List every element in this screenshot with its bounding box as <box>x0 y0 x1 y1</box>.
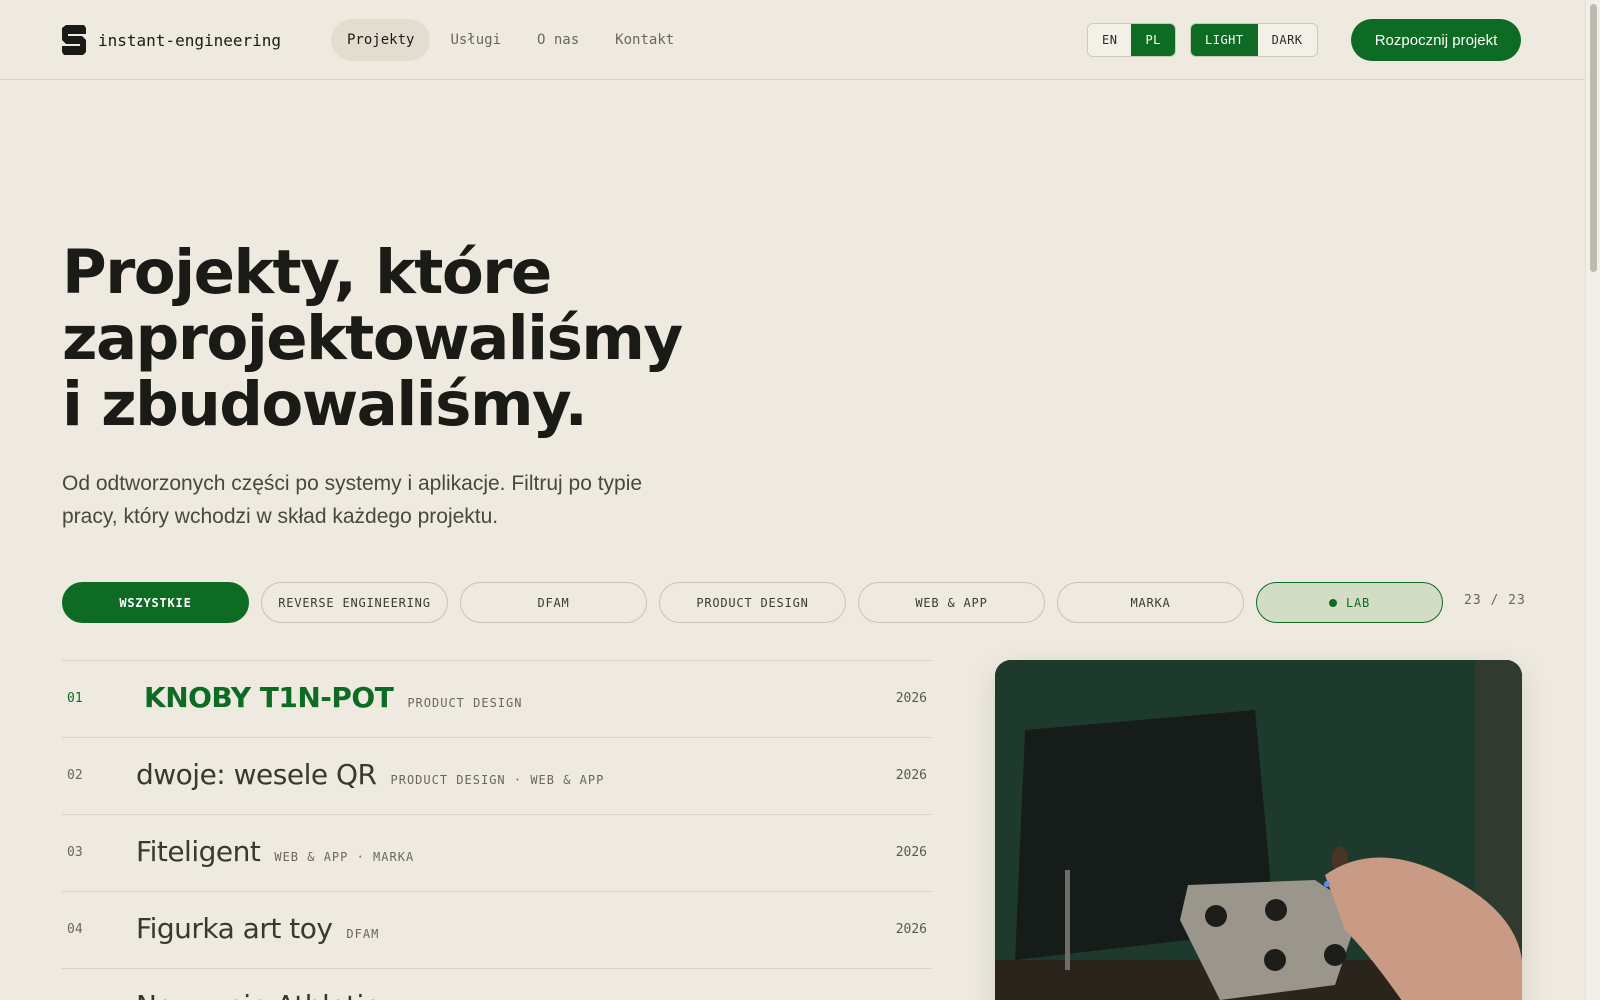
page-title-line: i zbudowaliśmy. <box>62 369 588 440</box>
theme-switcher: LIGHT DARK <box>1190 23 1318 57</box>
brand-logo[interactable]: instant-engineering <box>62 25 281 55</box>
project-number: 02 <box>67 768 83 783</box>
project-name: Fiteligent <box>136 835 261 868</box>
filter-chip-dfam[interactable]: DFAM <box>460 582 647 623</box>
main-nav: Projekty Usługi O nas Kontakt <box>331 19 690 61</box>
project-tags: DFAM <box>346 927 380 941</box>
project-name: Figurka art toy <box>136 912 333 945</box>
brand-name: instant-engineering <box>98 30 282 50</box>
page-scrollbar[interactable] <box>1585 0 1600 1000</box>
status-dot-icon <box>1328 598 1337 607</box>
lang-pl-button[interactable]: PL <box>1131 24 1175 56</box>
page-title: Projekty, które zaprojektowaliśmy i zbud… <box>62 240 762 438</box>
nav-kontakt[interactable]: Kontakt <box>599 19 690 61</box>
site-header: instant-engineering Projekty Usługi O na… <box>0 0 1585 80</box>
theme-dark-button[interactable]: DARK <box>1258 24 1317 56</box>
project-year: 2026 <box>895 922 927 937</box>
project-tags: WEB & APP · MARKA <box>274 850 415 864</box>
project-tags: PRODUCT DESIGN · WEB & APP <box>390 773 605 787</box>
page-subtitle: Od odtworzonych części po systemy i apli… <box>62 472 643 528</box>
project-number: 04 <box>67 922 83 937</box>
nav-projekty[interactable]: Projekty <box>331 19 431 61</box>
project-row[interactable]: 03 Fiteligent WEB & APP · MARKA 2026 <box>62 814 932 891</box>
scrollbar-thumb[interactable] <box>1590 4 1597 272</box>
language-switcher: EN PL <box>1087 23 1176 57</box>
project-year: 2026 <box>895 691 927 706</box>
project-row[interactable]: 04 Figurka art toy DFAM 2026 <box>62 891 932 968</box>
preview-photo <box>995 660 1522 1000</box>
nav-o-nas[interactable]: O nas <box>521 19 595 61</box>
filter-chip-reverse-engineering[interactable]: REVERSE ENGINEERING <box>261 582 448 623</box>
start-project-button[interactable]: Rozpocznij projekt <box>1351 19 1521 61</box>
filter-chip-lab[interactable]: LAB <box>1256 582 1443 623</box>
project-title-group: Nozzy pin Athletic <box>136 989 393 1000</box>
project-number: 01 <box>67 691 83 706</box>
project-preview-image[interactable] <box>995 660 1522 1000</box>
project-name: Nozzy pin Athletic <box>136 989 379 1000</box>
project-list: 01 KNOBY T1N-POT PRODUCT DESIGN 2026 02 … <box>62 660 932 1000</box>
project-year: 2026 <box>895 768 927 783</box>
nav-uslugi[interactable]: Usługi <box>434 19 517 61</box>
results-count: 23 / 23 <box>1464 593 1526 608</box>
logo-mark-icon <box>62 25 86 55</box>
filter-chip-brand[interactable]: MARKA <box>1057 582 1244 623</box>
page-title-line: Projekty, które <box>62 237 552 308</box>
lang-en-button[interactable]: EN <box>1088 24 1131 56</box>
project-name: KNOBY T1N-POT <box>144 681 394 714</box>
project-row[interactable]: 05 Nozzy pin Athletic <box>62 968 932 1000</box>
project-year: 2026 <box>895 845 927 860</box>
project-title-group: KNOBY T1N-POT PRODUCT DESIGN <box>144 681 522 714</box>
project-row[interactable]: 02 dwoje: wesele QR PRODUCT DESIGN · WEB… <box>62 737 932 814</box>
project-title-group: Fiteligent WEB & APP · MARKA <box>136 835 414 868</box>
filter-chip-web-app[interactable]: WEB & APP <box>858 582 1045 623</box>
project-title-group: Figurka art toy DFAM <box>136 912 379 945</box>
filter-chip-label: LAB <box>1345 595 1371 610</box>
project-title-group: dwoje: wesele QR PRODUCT DESIGN · WEB & … <box>136 758 604 791</box>
filter-chip-product-design[interactable]: PRODUCT DESIGN <box>659 582 846 623</box>
project-tags: PRODUCT DESIGN <box>407 696 523 710</box>
page-title-line: zaprojektowaliśmy <box>62 303 683 374</box>
project-row[interactable]: 01 KNOBY T1N-POT PRODUCT DESIGN 2026 <box>62 660 932 737</box>
theme-light-button[interactable]: LIGHT <box>1191 24 1258 56</box>
project-name: dwoje: wesele QR <box>136 758 377 791</box>
filter-bar: WSZYSTKIE REVERSE ENGINEERING DFAM PRODU… <box>62 582 1443 623</box>
filter-chip-all[interactable]: WSZYSTKIE <box>62 582 249 623</box>
project-number: 03 <box>67 845 83 860</box>
